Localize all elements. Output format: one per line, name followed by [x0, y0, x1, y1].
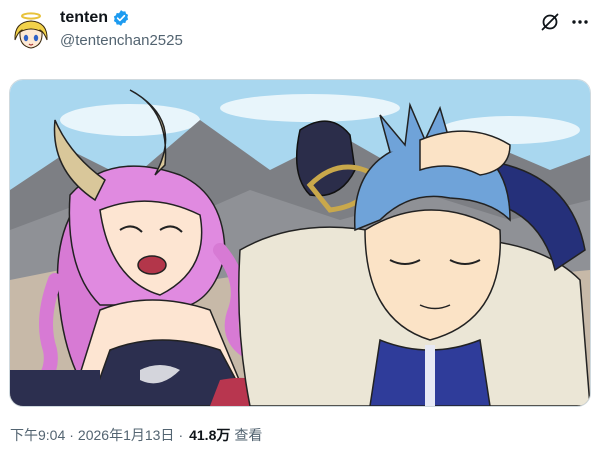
post-media-image[interactable]: [9, 79, 591, 407]
post-date[interactable]: 2026年1月13日: [78, 425, 175, 445]
post-meta-row: 下午9:04 · 2026年1月13日 · 41.8万 查看: [10, 425, 262, 445]
views-count[interactable]: 41.8万: [189, 425, 230, 445]
avatar-illustration: [10, 10, 52, 52]
anime-illustration: [10, 80, 590, 406]
avatar[interactable]: [10, 10, 52, 52]
author-name-row[interactable]: tenten: [60, 9, 130, 27]
meta-separator: ·: [69, 427, 74, 443]
more-dots-icon[interactable]: [570, 12, 590, 32]
verified-badge-icon: [112, 9, 130, 27]
meta-separator-2: ·: [178, 427, 184, 443]
author-display-name[interactable]: tenten: [60, 9, 108, 27]
grok-slash-icon[interactable]: [540, 12, 560, 32]
post-time[interactable]: 下午9:04: [10, 425, 65, 445]
author-handle[interactable]: @tentenchan2525: [60, 32, 183, 49]
views-label[interactable]: 查看: [234, 425, 262, 445]
post-header: tenten @tentenchan2525: [0, 0, 600, 68]
